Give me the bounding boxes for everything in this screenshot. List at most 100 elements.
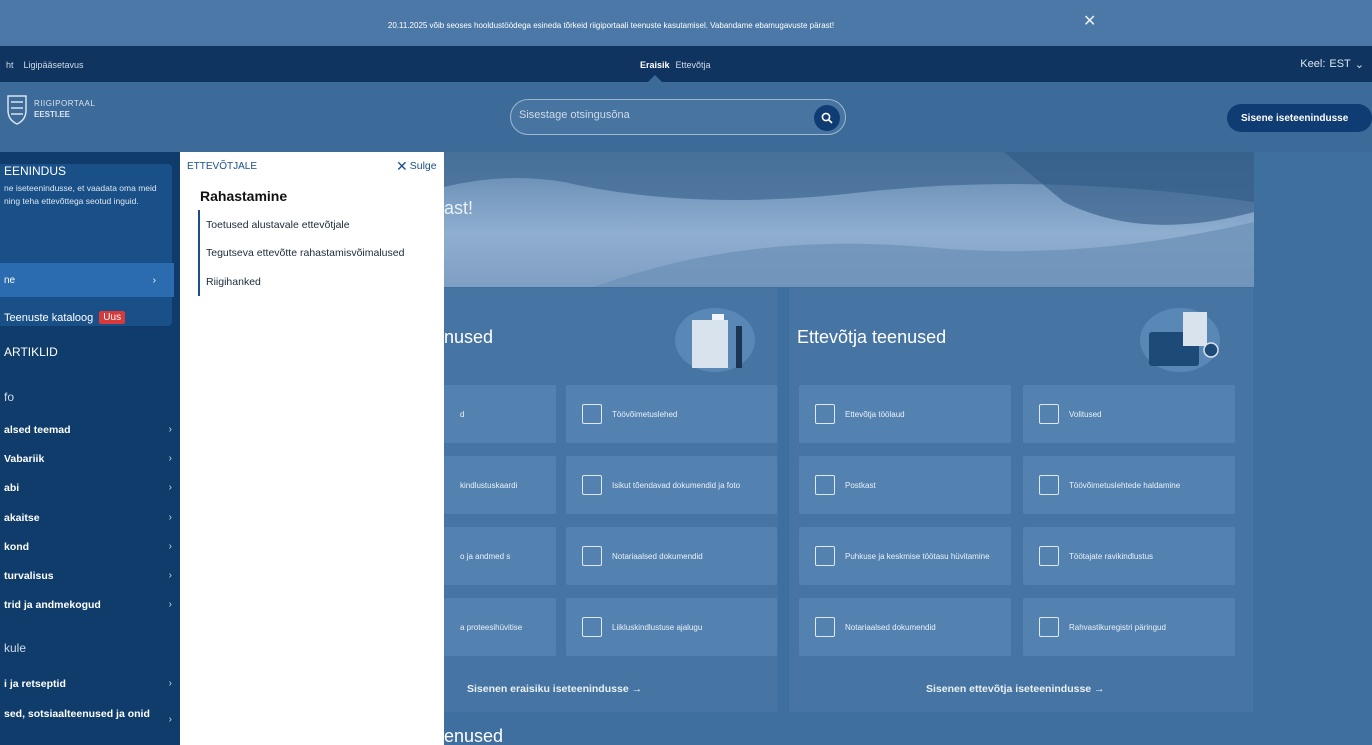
close-icon: ✕ <box>396 158 408 174</box>
notary-document-icon <box>582 546 602 566</box>
service-card[interactable]: kindlustuskaardi <box>444 456 556 514</box>
chevron-right-icon: › <box>168 678 172 689</box>
business-services-heading: Ettevõtja teenused <box>797 327 947 347</box>
articles-heading: ARTIKLID <box>4 345 58 359</box>
hero-greeting: ast! <box>444 198 474 218</box>
document-illustration-icon <box>675 308 755 372</box>
service-card[interactable]: Puhkuse ja keskmise töötasu hüvitamine <box>799 527 1011 585</box>
panel-link-funding-options[interactable]: Tegutseva ettevõtte rahastamisvõimalused <box>206 247 404 259</box>
service-card[interactable]: Notariaalsed dokumendid <box>799 598 1011 656</box>
service-card-label: d <box>460 409 465 419</box>
top-link-home[interactable]: ht <box>6 60 14 70</box>
articles-group-1: fo <box>4 390 15 404</box>
sidebar-item[interactable]: i ja retseptid › <box>4 678 172 690</box>
service-card-label: Notariaalsed dokumendid <box>845 622 936 632</box>
sidebar-item[interactable]: trid ja andmekogud › <box>4 599 172 611</box>
chevron-right-icon: › <box>168 482 172 493</box>
service-card-label: Töövõimetuslehed <box>612 409 678 419</box>
more-services-heading: enused <box>444 726 504 745</box>
panel-link-public-procurement[interactable]: Riigihanked <box>206 276 261 288</box>
service-card[interactable]: Töötajate ravikindlustus <box>1023 527 1235 585</box>
self-service-heading: EENINDUS <box>4 164 67 178</box>
service-card[interactable]: Notariaalsed dokumendid <box>566 527 777 585</box>
sidebar-item-label: sed, sotsiaalteenused ja onid <box>4 708 150 720</box>
service-card-label: Töötajate ravikindlustus <box>1069 551 1154 561</box>
chevron-right-icon: › <box>152 274 156 286</box>
service-card-label: Liikluskindlustuse ajalugu <box>612 622 703 632</box>
active-tab-indicator <box>648 75 662 82</box>
id-card-icon <box>582 475 602 495</box>
sidebar-item[interactable]: alsed teemad › <box>4 424 172 436</box>
chevron-down-icon: ⌄ <box>1354 59 1364 71</box>
self-service-card: EENINDUS ne iseteenindusse, et vaadata o… <box>0 164 174 326</box>
site-header: RIIGIPORTAAL EESTI.EE Sisene iseteenindu… <box>0 82 1372 152</box>
language-selector[interactable]: Keel: EST ⌄ <box>1300 58 1364 71</box>
catalog-label: Teenuste kataloog <box>4 311 94 324</box>
panel-link-startup-grants[interactable]: Toetused alustavale ettevõtjale <box>206 219 350 231</box>
audience-tabs: Eraisik Ettevõtja <box>640 60 711 70</box>
sidebar-item[interactable]: akaitse › <box>4 512 172 524</box>
briefcase-illustration-icon <box>1140 308 1220 372</box>
banner-close-icon[interactable]: ✕ <box>1083 11 1096 31</box>
chevron-right-icon: › <box>168 512 172 523</box>
sidebar-enter-button[interactable]: ne › <box>0 263 174 297</box>
service-card-label: o ja andmed s <box>460 551 511 561</box>
business-self-service-link[interactable]: Sisenen ettevõtja iseteenindusse → <box>926 683 1105 695</box>
service-card-label: Ettevõtja töölaud <box>845 409 905 419</box>
service-card[interactable]: Volitused <box>1023 385 1235 443</box>
private-services-heading: nused <box>444 327 494 347</box>
business-menu-panel: ETTEVÕTJALE ✕ Sulge Rahastamine Toetused… <box>180 152 444 745</box>
service-card-label: a proteesihüvitise <box>460 622 523 632</box>
top-link-accessibility[interactable]: Ligipääsetavus <box>24 60 84 70</box>
service-card[interactable]: Liikluskindlustuse ajalugu <box>566 598 777 656</box>
coat-of-arms-icon <box>7 95 27 125</box>
language-label: Keel: <box>1300 58 1326 70</box>
search-input[interactable] <box>519 109 809 121</box>
service-card[interactable]: Töövõimetuslehed <box>566 385 777 443</box>
service-card[interactable]: Postkast <box>799 456 1011 514</box>
panel-close-button[interactable]: ✕ Sulge <box>396 158 437 174</box>
chevron-right-icon: › <box>168 599 172 610</box>
sidebar-item[interactable]: Vabariik › <box>4 453 172 465</box>
dashboard-icon <box>815 404 835 424</box>
service-card[interactable]: Ettevõtja töölaud <box>799 385 1011 443</box>
sidebar-item-label: abi <box>4 482 20 494</box>
self-service-description: ne iseteenindusse, et vaadata oma meid n… <box>4 183 157 206</box>
sidebar-item-label: alsed teemad <box>4 424 71 436</box>
search-button[interactable] <box>814 105 840 131</box>
panel-title: Rahastamine <box>200 188 288 204</box>
tab-private-person[interactable]: Eraisik <box>640 60 670 70</box>
enter-self-service-button[interactable]: Sisene iseteenindusse <box>1227 104 1372 132</box>
language-value: EST <box>1329 58 1351 70</box>
private-self-service-link[interactable]: Sisenen eraisiku iseteenindusse → <box>467 683 642 695</box>
service-card-label: Notariaalsed dokumendid <box>612 551 703 561</box>
chevron-right-icon: › <box>168 453 172 464</box>
service-card[interactable]: o ja andmed s <box>444 527 556 585</box>
tab-business[interactable]: Ettevõtja <box>676 60 711 70</box>
banner-text: 20.11.2025 võib seoses hooldustöödega es… <box>387 21 835 30</box>
sidebar-item[interactable]: kond › <box>4 541 172 553</box>
service-card[interactable]: Rahvastikuregistri päringud <box>1023 598 1235 656</box>
articles-group-2: kule <box>4 641 27 655</box>
sidebar-item[interactable]: sed, sotsiaalteenused ja onid › <box>4 707 172 727</box>
sidebar-item-label: akaitse <box>4 512 40 524</box>
service-card[interactable]: d <box>444 385 556 443</box>
chevron-right-icon: › <box>168 541 172 552</box>
top-navigation: ht Ligipääsetavus Eraisik Ettevõtja Keel… <box>0 46 1372 82</box>
hero-banner: ast! <box>444 152 1254 287</box>
service-card[interactable]: a proteesihüvitise <box>444 598 556 656</box>
service-card[interactable]: Töövõimetuslehtede haldamine <box>1023 456 1235 514</box>
sidebar-item-label: trid ja andmekogud <box>4 599 101 611</box>
sidebar-item[interactable]: turvalisus › <box>4 570 172 582</box>
site-logo[interactable]: RIIGIPORTAAL EESTI.EE <box>6 92 95 126</box>
document-icon <box>582 404 602 424</box>
logo-line-2: EESTI.EE <box>34 110 71 119</box>
service-card[interactable]: Isikut tõendavad dokumendid ja foto <box>566 456 777 514</box>
service-catalog-link[interactable]: Teenuste kataloog Uus <box>4 311 126 324</box>
envelope-icon <box>815 475 835 495</box>
service-card-label: Volitused <box>1069 409 1102 419</box>
sidebar-item-label: kond <box>4 541 30 553</box>
search-box <box>510 99 846 135</box>
sidebar-item[interactable]: abi › <box>4 482 172 494</box>
service-card-label: Puhkuse ja keskmise töötasu hüvitamine <box>845 551 990 561</box>
